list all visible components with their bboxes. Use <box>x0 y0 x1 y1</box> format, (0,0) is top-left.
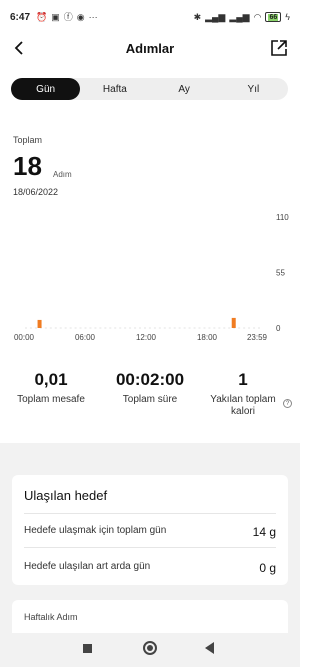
battery-icon: 66 <box>265 12 282 22</box>
stat-distance: 0,01 Toplam mesafe <box>8 370 94 406</box>
recent-apps-button[interactable] <box>83 644 92 653</box>
y-tick-label: 110 <box>276 213 289 222</box>
goal-row-streak-days: Hedefe ulaşılan art arda gün 0 g <box>24 561 276 575</box>
total-steps-value: 18 <box>13 151 42 181</box>
app-icon: ◉ <box>76 11 85 22</box>
tab-day[interactable]: Gün <box>11 78 81 100</box>
y-tick-label: 55 <box>276 269 285 278</box>
app-header: Adımlar <box>0 34 300 62</box>
summary-date: 18/06/2022 <box>13 187 59 197</box>
back-button[interactable] <box>8 36 32 60</box>
more-notifications-icon: ··· <box>88 11 98 22</box>
period-tabs: Gün Hafta Ay Yıl <box>11 78 288 100</box>
status-left: 6:47 ⏰ ▣ ⓕ ◉ ··· <box>10 12 98 23</box>
goal-row-label: Hedefe ulaşılan art arda gün <box>24 561 151 572</box>
stat-calories-value: 1 <box>238 370 248 389</box>
y-tick-label: 0 <box>276 324 281 333</box>
page-title: Adımlar <box>125 40 175 56</box>
divider <box>24 547 276 548</box>
goal-card: Ulaşılan hedef Hedefe ulaşmak için topla… <box>12 475 288 585</box>
stat-calories: 1 Yakılan toplam kalori <box>202 370 284 418</box>
help-icon[interactable]: ? <box>283 399 292 408</box>
facebook-icon: ⓕ <box>63 11 73 22</box>
share-icon <box>271 40 287 56</box>
stat-duration-value: 00:02:00 <box>115 370 185 389</box>
total-steps-unit: Adım <box>53 170 72 179</box>
stat-calories-label: Yakılan toplam kalori <box>210 394 276 417</box>
x-tick-label: 23:59 <box>247 333 268 342</box>
wifi-icon: ◠ <box>253 11 262 22</box>
chart-bar <box>37 319 42 328</box>
weekly-steps-title: Haftalık Adım <box>24 612 78 622</box>
stats-row: 0,01 Toplam mesafe 00:02:00 Toplam süre … <box>0 370 300 420</box>
system-back-button[interactable] <box>205 642 214 654</box>
goal-row-label: Hedefe ulaşmak için toplam gün <box>24 525 167 536</box>
system-nav-bar <box>0 633 300 667</box>
goal-row-value: 14 g <box>252 525 276 539</box>
battery-level: 66 <box>268 13 279 21</box>
goal-row-value: 0 g <box>259 561 276 575</box>
goal-card-title: Ulaşılan hedef <box>24 488 108 503</box>
tab-month[interactable]: Ay <box>150 78 219 100</box>
divider <box>24 513 276 514</box>
status-bar: 6:47 ⏰ ▣ ⓕ ◉ ··· ✱ ▂▄▆ ▂▄▆ ◠ 66 ϟ <box>0 0 300 34</box>
charging-icon: ϟ <box>285 11 290 22</box>
stat-duration: 00:02:00 Toplam süre <box>105 370 195 406</box>
total-label: Toplam <box>13 135 43 145</box>
x-tick-label: 12:00 <box>136 333 157 342</box>
bluetooth-icon: ✱ <box>193 11 202 22</box>
chevron-left-icon <box>14 41 23 55</box>
signal-icon: ▂▄▆ <box>205 11 226 22</box>
chart-bar <box>231 317 236 328</box>
alarm-icon: ⏰ <box>36 11 48 22</box>
share-button[interactable] <box>268 37 290 59</box>
x-tick-label: 06:00 <box>75 333 96 342</box>
status-time: 6:47 <box>10 11 31 23</box>
status-right: ✱ ▂▄▆ ▂▄▆ ◠ 66 ϟ <box>194 12 290 22</box>
signal-icon: ▂▄▆ <box>229 11 250 22</box>
steps-chart[interactable]: 110 55 0 00:00 06:00 12:00 18:00 23:59 <box>0 205 300 350</box>
tab-year[interactable]: Yıl <box>219 78 288 100</box>
x-tick-label: 00:00 <box>14 333 35 342</box>
stat-distance-label: Toplam mesafe <box>17 394 85 405</box>
goal-row-total-days: Hedefe ulaşmak için toplam gün 14 g <box>24 525 276 539</box>
tab-week[interactable]: Hafta <box>80 78 149 100</box>
x-tick-label: 18:00 <box>197 333 218 342</box>
stat-duration-label: Toplam süre <box>122 394 178 405</box>
home-button[interactable] <box>143 641 157 655</box>
app-notification-icon: ▣ <box>51 11 60 22</box>
stat-distance-value: 0,01 <box>34 370 68 389</box>
